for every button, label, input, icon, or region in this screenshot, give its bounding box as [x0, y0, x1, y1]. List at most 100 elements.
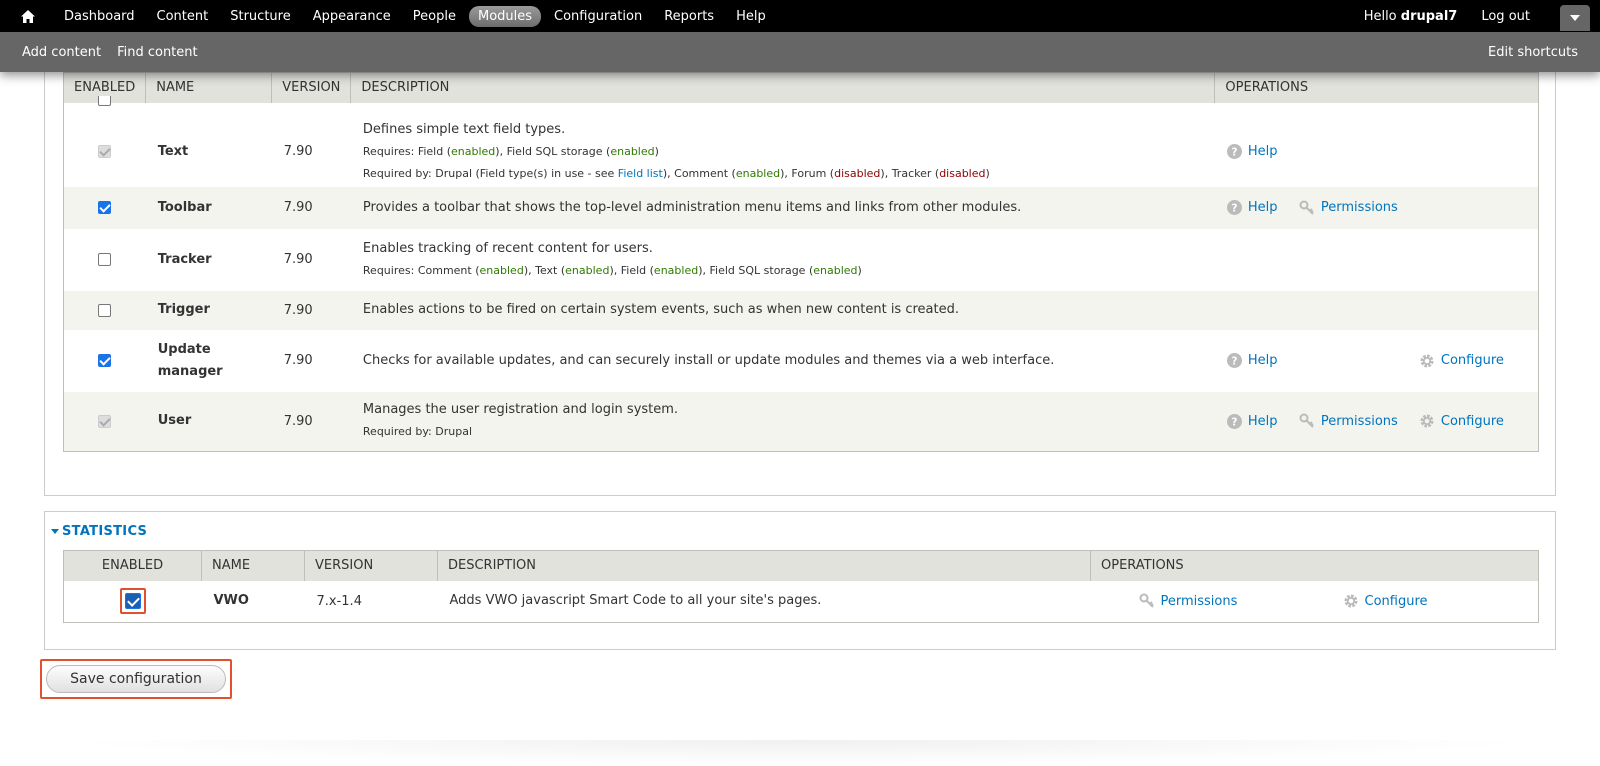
module-name: VWO — [201, 580, 305, 623]
requires-line: Requires: Comment (enabled), Text (enabl… — [362, 263, 862, 277]
module-description: Adds VWO javascript Smart Code to all yo… — [437, 580, 1091, 623]
nav-help[interactable]: Help — [727, 6, 775, 27]
nav-dashboard[interactable]: Dashboard — [55, 6, 144, 27]
reqby-forum: Forum — [791, 166, 827, 180]
name-line-1: Update — [157, 341, 211, 357]
collapse-triangle-icon — [51, 529, 59, 534]
permissions-label: Permissions — [1160, 593, 1238, 609]
nav-people[interactable]: People — [404, 6, 465, 27]
shortcut-add-content[interactable]: Add content — [22, 45, 101, 60]
nav-configuration[interactable]: Configuration — [545, 6, 651, 27]
chevron-down-icon — [1570, 15, 1580, 21]
module-row-tracker: Tracker 7.90 Enables tracking of recent … — [63, 228, 1539, 291]
req-field: Field — [620, 263, 647, 277]
module-description: Manages the user registration and login … — [350, 391, 1215, 452]
home-icon[interactable] — [18, 6, 38, 26]
key-icon — [1139, 593, 1154, 608]
toolbar-permissions-link[interactable]: Permissions — [1299, 200, 1398, 216]
clipped-row — [63, 95, 1539, 117]
shortcuts-toggle-button[interactable] — [1560, 5, 1590, 31]
module-version: 7.x-1.4 — [304, 580, 438, 623]
status-enabled: enabled — [565, 263, 610, 277]
module-operations: ? Help Configure — [1214, 329, 1539, 392]
req-comment: Comment — [417, 263, 472, 277]
core-modules-fieldset: ENABLED NAME VERSION DESCRIPTION OPERATI… — [44, 40, 1556, 496]
shortcut-find-content[interactable]: Find content — [117, 45, 198, 60]
description-text: Manages the user registration and login … — [362, 402, 679, 418]
user-permissions-link[interactable]: Permissions — [1299, 413, 1419, 429]
module-version: 7.90 — [271, 228, 351, 291]
nav-structure[interactable]: Structure — [221, 6, 299, 27]
permissions-label: Permissions — [1320, 200, 1398, 215]
req-field-sql: Field SQL storage — [506, 144, 603, 158]
text-help-link[interactable]: ? Help — [1226, 144, 1278, 159]
tracker-enabled-checkbox[interactable] — [98, 253, 112, 266]
req-field-sql: Field SQL storage — [709, 263, 806, 277]
requires-label: Requires: — [362, 144, 418, 158]
module-description: Checks for available updates, and can se… — [350, 329, 1215, 392]
update-manager-enabled-checkbox[interactable] — [98, 354, 112, 367]
module-operations: ? Help Permissions — [1214, 186, 1539, 229]
description-text: Enables tracking of recent content for u… — [362, 240, 653, 256]
vwo-checkbox-highlight — [119, 588, 146, 615]
core-modules-table: ENABLED NAME VERSION DESCRIPTION OPERATI… — [63, 72, 1539, 452]
vwo-enabled-checkbox[interactable] — [124, 593, 141, 610]
vwo-permissions-link[interactable]: Permissions — [1139, 593, 1343, 609]
module-description: Enables tracking of recent content for u… — [350, 228, 1215, 291]
col-operations: OPERATIONS — [1090, 550, 1539, 581]
status-enabled: enabled — [735, 166, 781, 180]
gear-icon — [1420, 354, 1434, 367]
module-row-text: Text 7.90 Defines simple text field type… — [63, 116, 1539, 187]
configure-label: Configure — [1440, 353, 1504, 368]
col-enabled: ENABLED — [63, 550, 202, 581]
toolbar-help-link[interactable]: ? Help — [1226, 200, 1299, 215]
trigger-enabled-checkbox[interactable] — [98, 303, 112, 317]
help-icon: ? — [1226, 413, 1242, 429]
configure-label: Configure — [1440, 413, 1504, 429]
key-icon — [1299, 413, 1314, 428]
save-button-highlight: Save configuration — [40, 659, 232, 699]
vwo-configure-link[interactable]: Configure — [1343, 593, 1428, 609]
status-enabled: enabled — [610, 144, 655, 158]
hello-text: Hello drupal7 — [1364, 9, 1458, 24]
help-icon: ? — [1226, 353, 1242, 368]
user-help-link[interactable]: ? Help — [1226, 413, 1299, 429]
clipped-checkbox — [98, 95, 111, 106]
status-disabled: disabled — [834, 166, 881, 180]
user-configure-link[interactable]: Configure — [1419, 413, 1504, 429]
module-description: Defines simple text field types. Require… — [350, 116, 1215, 187]
statistics-legend-toggle[interactable]: STATISTICS — [51, 524, 147, 539]
requires-label: Requires: — [362, 263, 418, 277]
module-operations — [1214, 290, 1539, 330]
field-list-link[interactable]: Field list — [618, 167, 663, 180]
admin-toolbar: Dashboard Content Structure Appearance P… — [0, 0, 1600, 72]
col-name: NAME — [201, 550, 305, 581]
nav-modules[interactable]: Modules — [468, 5, 542, 27]
module-row-update-manager: Update manager 7.90 Checks for available … — [63, 329, 1539, 392]
nav-reports[interactable]: Reports — [655, 6, 723, 27]
svg-text:?: ? — [1231, 146, 1237, 158]
module-name: Tracker — [145, 228, 272, 291]
help-label: Help — [1247, 413, 1278, 429]
shortcuts-bar: Add content Find content Edit shortcuts — [0, 32, 1600, 72]
username[interactable]: drupal7 — [1401, 9, 1458, 24]
help-label: Help — [1247, 200, 1278, 215]
module-operations: ? Help — [1214, 116, 1539, 187]
edit-shortcuts-link[interactable]: Edit shortcuts — [1488, 45, 1578, 60]
description-text: Defines simple text field types. — [362, 121, 566, 137]
update-configure-link[interactable]: Configure — [1419, 353, 1504, 369]
col-name: NAME — [145, 72, 272, 103]
module-operations — [1214, 228, 1539, 291]
module-description: Provides a toolbar that shows the top-le… — [350, 186, 1215, 229]
nav-content[interactable]: Content — [148, 6, 218, 27]
text-enabled-checkbox — [98, 145, 112, 158]
toolbar-enabled-checkbox[interactable] — [98, 201, 112, 214]
col-description: DESCRIPTION — [350, 72, 1215, 103]
update-help-link[interactable]: ? Help — [1226, 353, 1419, 368]
status-enabled: enabled — [653, 263, 699, 277]
module-operations: Permissions Configure — [1090, 580, 1539, 623]
svg-text:?: ? — [1231, 355, 1237, 367]
logout-link[interactable]: Log out — [1481, 9, 1530, 24]
nav-appearance[interactable]: Appearance — [304, 6, 400, 27]
save-configuration-button[interactable]: Save configuration — [46, 665, 226, 693]
